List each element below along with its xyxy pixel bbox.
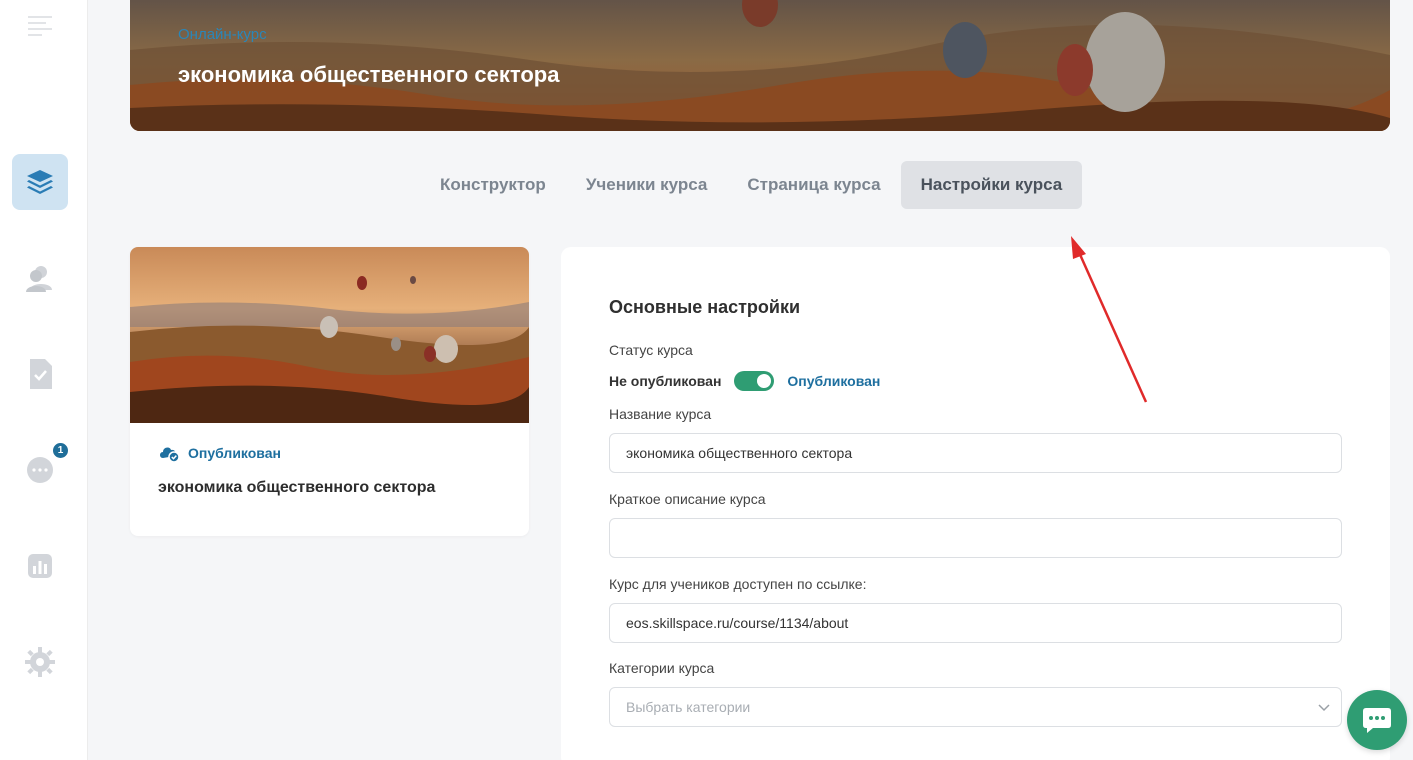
menu-icon[interactable]	[28, 14, 54, 38]
users-icon	[26, 266, 52, 292]
tab-constructor[interactable]: Конструктор	[420, 161, 566, 209]
categories-select[interactable]: Выбрать категории	[609, 687, 1342, 727]
chevron-down-icon	[1318, 704, 1330, 712]
status-label: Статус курса	[609, 342, 693, 358]
courses-layers-icon	[27, 170, 53, 194]
sidebar-item-tasks[interactable]	[12, 346, 68, 402]
tab-course-page[interactable]: Страница курса	[727, 161, 900, 209]
sidebar: 1	[0, 0, 88, 760]
hero-title: экономика общественного сектора	[178, 62, 560, 87]
categories-label: Категории курса	[609, 660, 715, 676]
link-label: Курс для учеников доступен по ссылке:	[609, 576, 867, 592]
chat-unread-badge: 1	[53, 443, 68, 458]
course-tabs: Конструктор Ученики курса Страница курса…	[420, 161, 1083, 209]
card-status: Опубликован	[158, 444, 281, 462]
sidebar-item-analytics[interactable]	[12, 538, 68, 594]
course-preview-card[interactable]: Опубликован экономика общественного сект…	[130, 247, 529, 536]
settings-heading: Основные настройки	[609, 297, 801, 317]
support-chat-button[interactable]	[1347, 690, 1407, 750]
toggle-off-label[interactable]: Не опубликован	[609, 373, 721, 389]
name-label: Название курса	[609, 406, 712, 422]
tab-students[interactable]: Ученики курса	[566, 161, 728, 209]
status-toggle-row: Не опубликован Опубликован	[609, 371, 880, 391]
toggle-knob	[757, 374, 772, 388]
toggle-on-label[interactable]: Опубликован	[787, 373, 880, 389]
sidebar-item-users[interactable]	[12, 250, 68, 306]
course-name-input[interactable]: экономика общественного сектора	[609, 433, 1342, 473]
sidebar-item-courses[interactable]	[12, 154, 68, 210]
sidebar-item-settings[interactable]	[12, 634, 68, 690]
course-link-input[interactable]: eos.skillspace.ru/course/1134/about	[609, 603, 1342, 643]
hero-subtitle: Онлайн-курс	[178, 26, 267, 43]
tasks-check-icon	[30, 359, 52, 389]
categories-placeholder: Выбрать категории	[626, 699, 751, 715]
analytics-icon	[28, 554, 52, 578]
description-label: Краткое описание курса	[609, 491, 766, 507]
card-status-label: Опубликован	[188, 445, 281, 461]
course-cover-image	[130, 247, 529, 423]
settings-panel: Основные настройки Статус курса Не опубл…	[561, 247, 1390, 760]
tab-course-settings[interactable]: Настройки курса	[900, 161, 1083, 209]
chat-bubble-icon	[1363, 708, 1391, 733]
publish-toggle[interactable]	[734, 371, 775, 391]
settings-gear-icon	[25, 647, 55, 677]
card-course-title: экономика общественного сектора	[158, 479, 436, 496]
course-hero-banner: Онлайн-курс экономика общественного сект…	[130, 0, 1390, 131]
cloud-check-icon	[160, 447, 180, 462]
chat-icon	[27, 457, 53, 483]
course-description-input[interactable]	[609, 518, 1342, 558]
